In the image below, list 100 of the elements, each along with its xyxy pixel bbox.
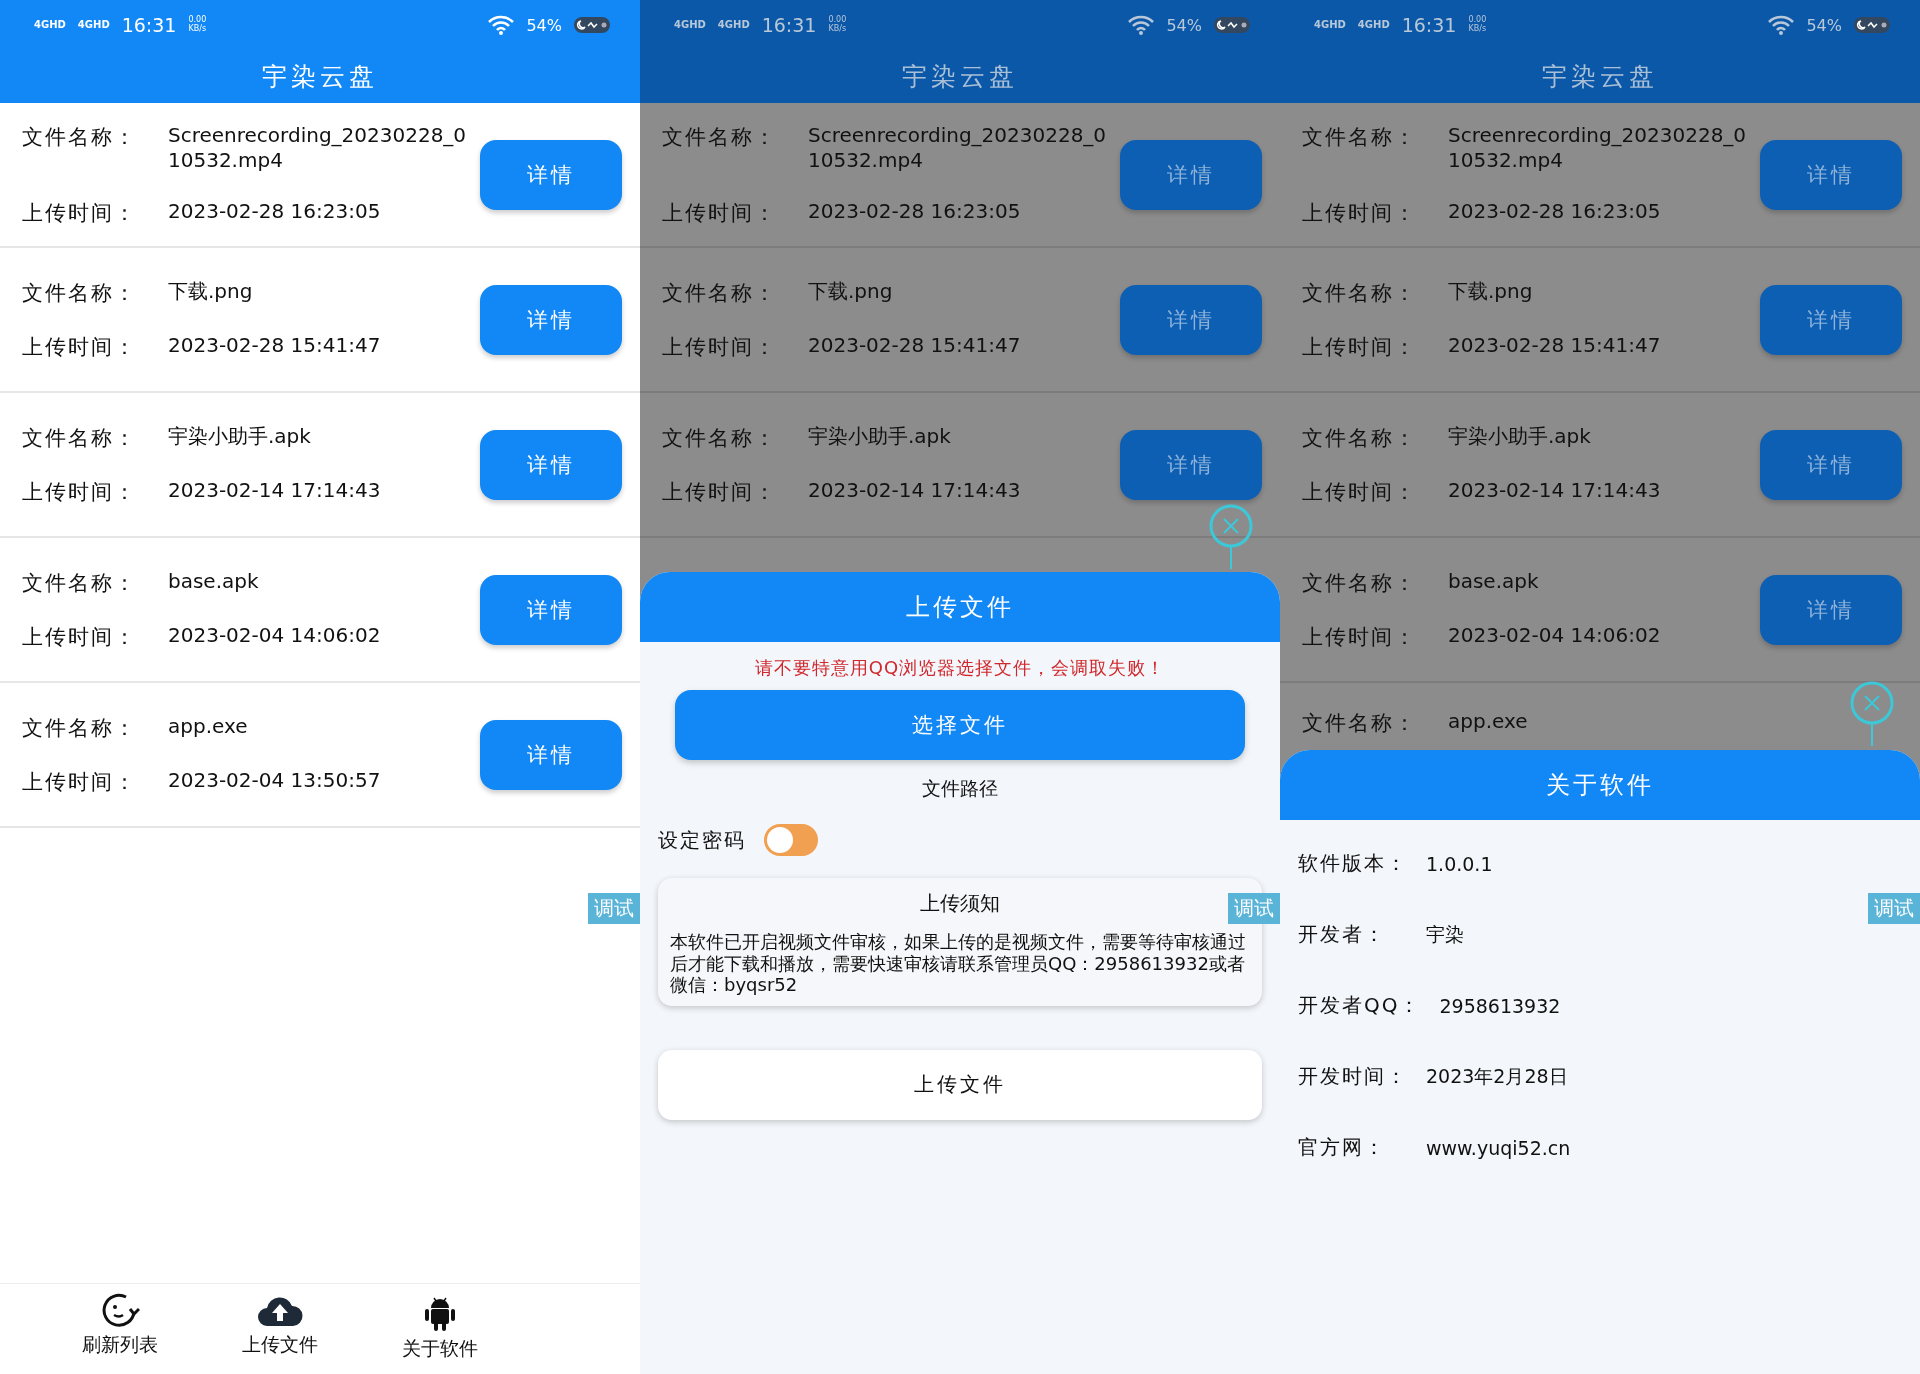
field-label: 上传时间： bbox=[662, 199, 778, 227]
field-label: 上传时间： bbox=[22, 333, 138, 361]
details-button[interactable]: 详情 bbox=[1120, 284, 1262, 355]
app-title: 宇染云盘 bbox=[262, 61, 378, 93]
details-button[interactable]: 详情 bbox=[1120, 429, 1262, 500]
close-icon[interactable] bbox=[1849, 680, 1895, 746]
battery-level: 54% bbox=[1806, 15, 1842, 35]
field-label: 上传时间： bbox=[1302, 199, 1418, 227]
password-toggle[interactable] bbox=[764, 824, 818, 856]
wifi-icon bbox=[1128, 15, 1155, 35]
details-button[interactable]: 详情 bbox=[1760, 284, 1902, 355]
network-label: 4GHD bbox=[674, 20, 706, 30]
upload-button[interactable]: 上传文件 bbox=[658, 1049, 1262, 1120]
sheet-title: 上传文件 bbox=[640, 572, 1280, 642]
upload-time: 2023-02-04 13:50:57 bbox=[168, 767, 381, 793]
network-label: 4GHD bbox=[34, 20, 66, 30]
field-label: 文件名称： bbox=[1302, 424, 1418, 452]
debug-tag[interactable]: 调试 bbox=[1868, 893, 1920, 924]
battery-level: 54% bbox=[1166, 15, 1202, 35]
upload-time: 2023-02-28 15:41:47 bbox=[1448, 332, 1661, 358]
field-label: 上传时间： bbox=[662, 478, 778, 506]
status-icons-icon bbox=[574, 17, 610, 33]
debug-tag[interactable]: 调试 bbox=[588, 893, 640, 924]
details-button[interactable]: 详情 bbox=[1120, 139, 1262, 210]
field-label: 上传时间： bbox=[1302, 333, 1418, 361]
file-path-label: 文件路径 bbox=[922, 776, 998, 801]
upload-time: 2023-02-28 16:23:05 bbox=[808, 198, 1021, 224]
nav-item[interactable]: 关于软件 bbox=[380, 1284, 500, 1374]
info-value: 宇染 bbox=[1426, 921, 1464, 947]
field-label: 上传时间： bbox=[662, 333, 778, 361]
details-button[interactable]: 详情 bbox=[1760, 574, 1902, 645]
upload-time: 2023-02-28 15:41:47 bbox=[168, 332, 381, 358]
file-name: 宇染小助手.apk bbox=[808, 423, 951, 449]
upload-time: 2023-02-04 14:06:02 bbox=[168, 622, 381, 648]
file-name: 宇染小助手.apk bbox=[1448, 423, 1591, 449]
network-speed: 0.00 KB/s bbox=[1468, 16, 1487, 34]
details-button[interactable]: 详情 bbox=[480, 429, 622, 500]
choose-file-button[interactable]: 选择文件 bbox=[675, 690, 1245, 760]
upload-time: 2023-02-14 17:14:43 bbox=[808, 477, 1021, 503]
close-icon[interactable] bbox=[1208, 503, 1254, 569]
field-label: 上传时间： bbox=[22, 199, 138, 227]
field-label: 文件名称： bbox=[662, 123, 778, 151]
smiley-refresh-icon bbox=[100, 1292, 140, 1328]
file-name: base.apk bbox=[1448, 568, 1539, 594]
upload-time: 2023-02-28 16:23:05 bbox=[1448, 198, 1661, 224]
info-value: www.yuqi52.cn bbox=[1426, 1136, 1571, 1159]
network-label: 4GHD bbox=[1314, 20, 1346, 30]
field-label: 文件名称： bbox=[1302, 279, 1418, 307]
debug-tag[interactable]: 调试 bbox=[1228, 893, 1280, 924]
field-label: 文件名称： bbox=[662, 424, 778, 452]
network-speed: 0.00 KB/s bbox=[828, 16, 847, 34]
notice-title: 上传须知 bbox=[920, 890, 1000, 917]
field-label: 文件名称： bbox=[22, 123, 138, 151]
app-title: 宇染云盘 bbox=[902, 61, 1018, 93]
upload-time: 2023-02-14 17:14:43 bbox=[168, 477, 381, 503]
info-label: 软件版本： bbox=[1298, 850, 1408, 877]
warning-text: 请不要特意用QQ浏览器选择文件，会调取失败！ bbox=[753, 656, 1167, 680]
status-icons-icon bbox=[1214, 17, 1250, 33]
info-label: 官方网： bbox=[1298, 1134, 1387, 1161]
network-speed: 0.00 KB/s bbox=[188, 16, 207, 34]
field-label: 文件名称： bbox=[22, 714, 138, 742]
details-button[interactable]: 详情 bbox=[480, 574, 622, 645]
field-label: 文件名称： bbox=[22, 569, 138, 597]
info-label: 开发者： bbox=[1298, 921, 1387, 948]
details-button[interactable]: 详情 bbox=[1760, 429, 1902, 500]
field-label: 上传时间： bbox=[22, 623, 138, 651]
field-label: 上传时间： bbox=[1302, 623, 1418, 651]
notice-text: 本软件已开启视频文件审核，如果上传的是视频文件，需要等待审核通过后才能下载和播放，需要快速审核请联系管理员QQ：2958613932或者微信：byqsr52 bbox=[670, 931, 1247, 996]
upload-time: 2023-02-28 16:23:05 bbox=[168, 198, 381, 224]
file-name: Screenrecording_20230228_010532.mp4 bbox=[168, 122, 468, 173]
info-value: 2023年2月28日 bbox=[1426, 1063, 1568, 1089]
info-label: 开发时间： bbox=[1298, 1063, 1408, 1090]
clock-time: 16:31 bbox=[761, 14, 817, 36]
network-label: 4GHD bbox=[77, 20, 110, 30]
file-name: Screenrecording_20230228_010532.mp4 bbox=[808, 122, 1108, 173]
clock-time: 16:31 bbox=[1401, 14, 1457, 36]
file-name: 下载.png bbox=[1448, 278, 1533, 304]
nav-item[interactable]: 上传文件 bbox=[220, 1284, 340, 1374]
details-button[interactable]: 详情 bbox=[480, 719, 622, 790]
field-label: 上传时间： bbox=[22, 768, 138, 796]
details-button[interactable]: 详情 bbox=[1760, 139, 1902, 210]
network-label: 4GHD bbox=[717, 20, 750, 30]
details-button[interactable]: 详情 bbox=[480, 139, 622, 210]
details-button[interactable]: 详情 bbox=[480, 284, 622, 355]
file-name: 下载.png bbox=[808, 278, 893, 304]
upload-time: 2023-02-28 15:41:47 bbox=[808, 332, 1021, 358]
nav-item[interactable]: 刷新列表 bbox=[60, 1284, 180, 1374]
field-label: 文件名称： bbox=[1302, 123, 1418, 151]
password-label: 设定密码 bbox=[658, 826, 746, 854]
file-name: 下载.png bbox=[168, 278, 253, 304]
file-name: app.exe bbox=[168, 713, 248, 739]
file-name: base.apk bbox=[168, 568, 259, 594]
field-label: 上传时间： bbox=[22, 478, 138, 506]
wifi-icon bbox=[1768, 15, 1795, 35]
field-label: 文件名称： bbox=[22, 424, 138, 452]
field-label: 文件名称： bbox=[22, 279, 138, 307]
upload-time: 2023-02-04 14:06:02 bbox=[1448, 622, 1661, 648]
field-label: 文件名称： bbox=[1302, 710, 1418, 737]
status-icons-icon bbox=[1854, 17, 1890, 33]
field-label: 文件名称： bbox=[662, 279, 778, 307]
